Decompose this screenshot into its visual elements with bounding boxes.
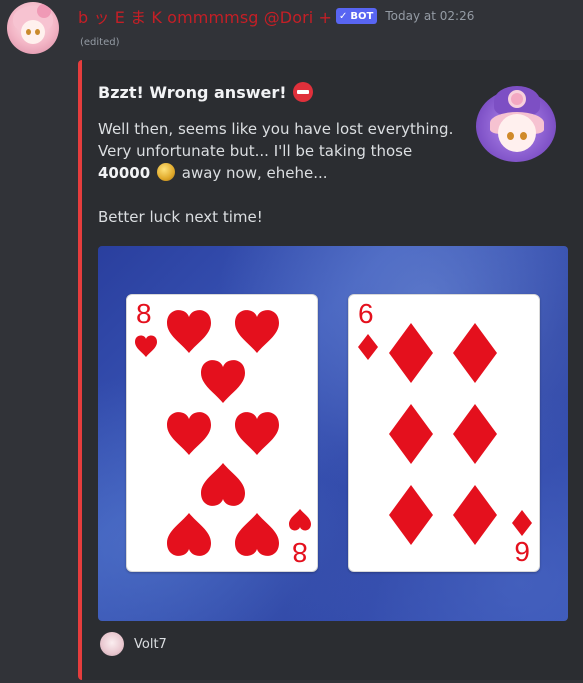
- bot-tag-label: BOT: [350, 10, 374, 22]
- coin-icon: [156, 163, 175, 181]
- diamond-pip-icon: [389, 485, 433, 545]
- description-line-1: Well then, seems like you have lost ever…: [98, 120, 454, 138]
- diamond-pip-icon: [453, 485, 497, 545]
- bot-tag: ✓ BOT: [336, 8, 378, 24]
- embed-thumbnail[interactable]: [476, 84, 556, 164]
- footer-text: Volt7: [134, 636, 167, 652]
- message-header: b ッ E ま K ommmmsg @Dori + ✓ BOT Today at…: [78, 4, 474, 28]
- heart-pip-icon: [201, 360, 245, 403]
- diamond-pip-icon: [453, 404, 497, 464]
- description-line-4: Better luck next time!: [98, 208, 263, 226]
- amount: 40000: [98, 164, 151, 182]
- heart-pip-icon: [235, 513, 279, 556]
- footer-avatar-icon: [100, 632, 124, 656]
- user-avatar[interactable]: [7, 2, 59, 54]
- heart-pip-icon: [167, 412, 211, 455]
- card-six-of-diamonds: 6 9: [348, 294, 540, 572]
- heart-pip-icon: [201, 463, 245, 506]
- username[interactable]: b ッ E ま K ommmmsg @Dori +: [78, 4, 332, 28]
- diamond-pip-icon: [389, 323, 433, 383]
- diamond-pip-icon: [358, 334, 378, 360]
- embed-title: Bzzt! Wrong answer!: [98, 82, 313, 102]
- diamond-pip-icon: [453, 323, 497, 383]
- diamond-pip-icon: [512, 510, 532, 536]
- description-line-3-rest: away now, ehehe...: [181, 164, 328, 182]
- heart-pip-icon: [167, 310, 211, 353]
- verified-check-icon: ✓: [339, 10, 348, 22]
- card-rank-top: 8: [136, 298, 152, 329]
- card-rank-top: 6: [358, 298, 374, 329]
- edited-label: (edited): [80, 37, 120, 48]
- heart-pip-icon: [167, 513, 211, 556]
- embed: Bzzt! Wrong answer! Well then, seems lik…: [78, 60, 583, 680]
- embed-title-text: Bzzt! Wrong answer!: [98, 82, 287, 102]
- no-entry-icon: [292, 82, 313, 102]
- embed-image[interactable]: 8 8 6 9: [98, 246, 568, 621]
- heart-pip-icon: [235, 310, 279, 353]
- card-rank-bottom: 8: [292, 537, 308, 568]
- description-line-3: 40000 away now, ehehe...: [98, 162, 458, 184]
- heart-pip-icon: [135, 335, 157, 357]
- embed-footer: Volt7: [100, 632, 167, 656]
- card-eight-of-hearts: 8 8: [126, 294, 318, 572]
- card-rank-bottom: 9: [514, 536, 530, 567]
- diamond-pip-icon: [389, 404, 433, 464]
- timestamp[interactable]: Today at 02:26: [385, 9, 474, 23]
- heart-pip-icon: [289, 509, 311, 531]
- description-line-2: Very unfortunate but... I'll be taking t…: [98, 142, 413, 160]
- heart-pip-icon: [235, 412, 279, 455]
- embed-description: Well then, seems like you have lost ever…: [98, 118, 458, 228]
